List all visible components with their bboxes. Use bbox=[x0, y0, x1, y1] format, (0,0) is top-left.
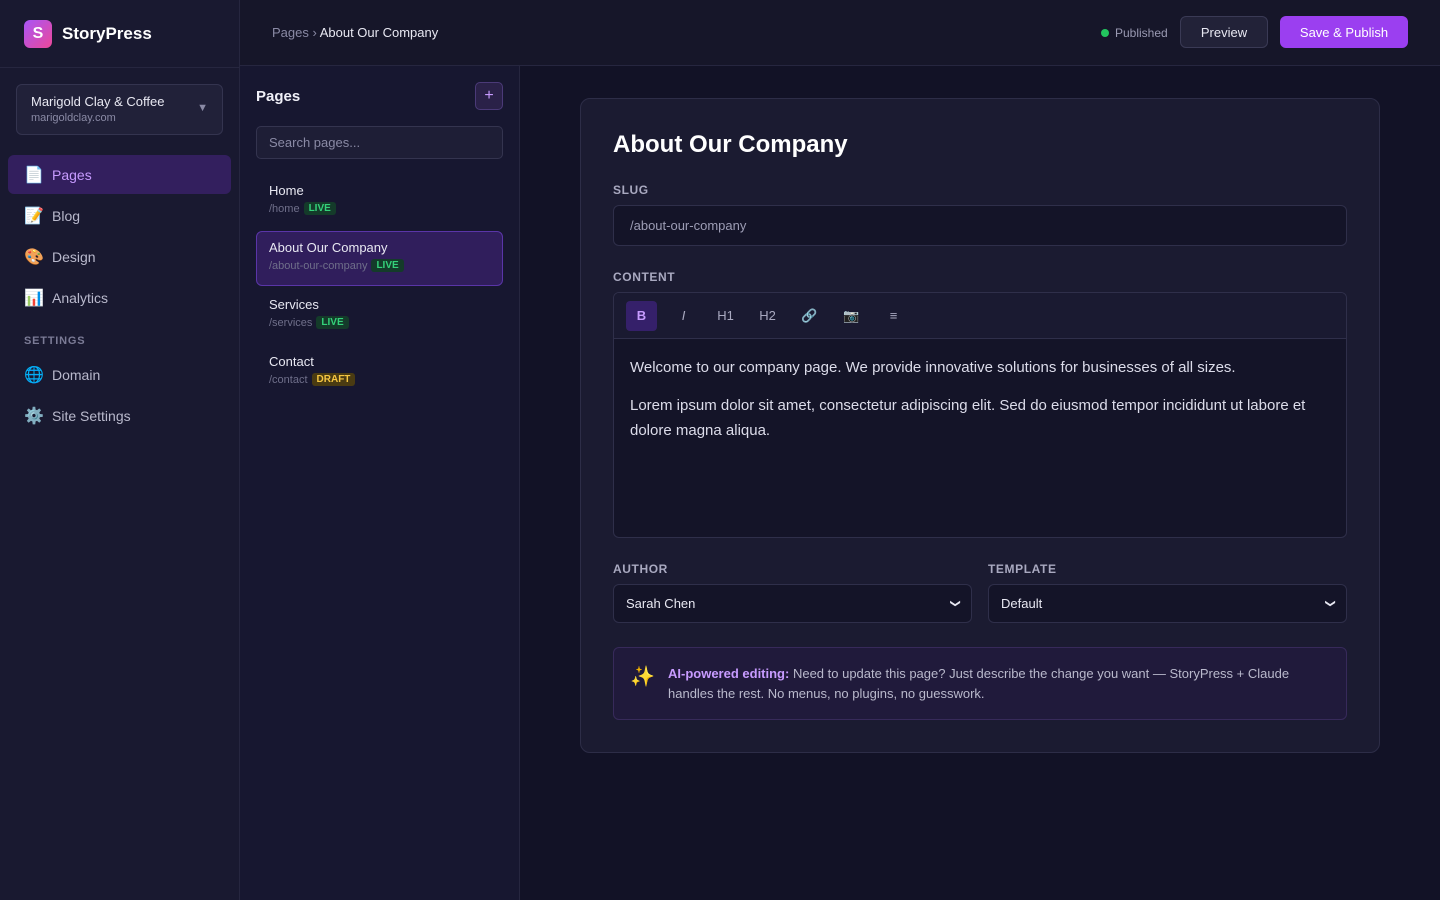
page-icon: 📄 bbox=[24, 166, 44, 184]
sidebar-item-domain[interactable]: 🌐 Domain bbox=[8, 355, 231, 394]
page-slug: /home bbox=[269, 202, 300, 215]
site-name: Marigold Clay & Coffee bbox=[31, 94, 165, 109]
page-list-item-selected[interactable]: About Our Company /about-our-company LIV… bbox=[256, 231, 503, 286]
sidebar-item-label: Domain bbox=[52, 366, 101, 383]
globe-icon: 🌐 bbox=[24, 366, 44, 384]
sidebar-item-blog[interactable]: 📝 Blog bbox=[8, 196, 231, 235]
top-bar: Pages › About Our Company Published Prev… bbox=[240, 0, 1440, 66]
ai-callout-text: AI-powered editing: Need to update this … bbox=[668, 664, 1308, 719]
chevron-down-icon: ❯ bbox=[949, 599, 961, 608]
slug-label: SLUG bbox=[613, 183, 649, 197]
sidebar-item-site-settings[interactable]: ⚙️ Site Settings bbox=[8, 396, 231, 435]
sidebar-item-label: Design bbox=[52, 248, 96, 265]
heading1-button[interactable]: H1 bbox=[710, 301, 741, 331]
page-slug: /services bbox=[269, 316, 313, 329]
heading2-button[interactable]: H2 bbox=[752, 301, 783, 331]
search-pages-input[interactable] bbox=[256, 126, 503, 159]
rich-text-editor: B I H1 H2 🔗 📷 ≡ Welcome to our company p… bbox=[613, 292, 1347, 538]
page-list-item[interactable]: Services /services LIVE bbox=[256, 288, 503, 343]
slug-input[interactable] bbox=[613, 205, 1347, 246]
page-meta: /about-our-company LIVE bbox=[269, 259, 490, 272]
settings-section-label: SETTINGS bbox=[24, 335, 86, 347]
sidebar-item-label: Blog bbox=[52, 207, 81, 224]
status-dot-icon bbox=[1101, 29, 1109, 37]
editor-toolbar: B I H1 H2 🔗 📷 ≡ bbox=[614, 293, 1346, 339]
status-badge: DRAFT bbox=[311, 373, 356, 386]
content-label: CONTENT bbox=[613, 270, 676, 284]
content-paragraph: Welcome to our company page. We provide … bbox=[630, 359, 1236, 376]
add-page-button[interactable]: + bbox=[475, 82, 503, 110]
page-list: Home /home LIVE About Our Company /about… bbox=[256, 174, 503, 402]
palette-icon: 🎨 bbox=[24, 248, 44, 266]
save-publish-button[interactable]: Save & Publish bbox=[1280, 16, 1408, 48]
sidebar-item-analytics[interactable]: 📊 Analytics bbox=[8, 278, 231, 317]
page-slug: /about-our-company bbox=[269, 259, 368, 272]
page-meta: /services LIVE bbox=[269, 316, 490, 329]
sidebar-item-design[interactable]: 🎨 Design bbox=[8, 237, 231, 276]
sidebar: S StoryPress Marigold Clay & Coffee mari… bbox=[0, 0, 240, 900]
publish-status: Published bbox=[1101, 26, 1168, 40]
template-label: TEMPLATE bbox=[988, 562, 1057, 576]
site-selector[interactable]: Marigold Clay & Coffee marigoldclay.com … bbox=[16, 84, 223, 135]
list-icon[interactable]: ≡ bbox=[878, 301, 909, 331]
chart-icon: 📊 bbox=[24, 289, 44, 307]
editor-area: About Our Company SLUG CONTENT B I H1 H2… bbox=[520, 66, 1440, 900]
sidebar-item-label: Pages bbox=[52, 166, 92, 183]
brand-logo[interactable]: S bbox=[24, 19, 52, 48]
page-list-item[interactable]: Home /home LIVE bbox=[256, 174, 503, 229]
breadcrumb-separator: › bbox=[308, 25, 320, 40]
ai-callout-heading: AI-powered editing: bbox=[668, 666, 790, 681]
page-title: Services bbox=[269, 297, 319, 312]
brand: S StoryPress bbox=[0, 0, 239, 68]
author-label: AUTHOR bbox=[613, 562, 668, 576]
brand-name[interactable]: StoryPress bbox=[62, 24, 152, 44]
content-textarea[interactable]: Welcome to our company page. We provide … bbox=[614, 339, 1346, 472]
page-slug: /contact bbox=[269, 373, 308, 386]
status-badge: LIVE bbox=[371, 259, 404, 272]
page-title: About Our Company bbox=[269, 240, 388, 255]
page-heading: About Our Company bbox=[613, 131, 848, 158]
status-text: Published bbox=[1115, 26, 1168, 40]
sidebar-item-label: Analytics bbox=[52, 289, 109, 306]
memo-icon: 📝 bbox=[24, 207, 44, 225]
template-value: Default bbox=[1001, 596, 1043, 611]
template-select[interactable]: Default ❯ bbox=[988, 584, 1347, 623]
author-value: Sarah Chen bbox=[626, 596, 696, 611]
breadcrumb: Pages › About Our Company bbox=[272, 25, 438, 40]
camera-icon[interactable]: 📷 bbox=[836, 301, 867, 331]
chevron-down-icon: ▼ bbox=[197, 102, 208, 114]
page-list-item[interactable]: Contact /contact DRAFT bbox=[256, 345, 503, 400]
sidebar-item-pages[interactable]: 📄 Pages bbox=[8, 155, 231, 194]
italic-button[interactable]: I bbox=[668, 301, 699, 331]
link-icon[interactable]: 🔗 bbox=[794, 301, 825, 331]
breadcrumb-current: About Our Company bbox=[319, 25, 439, 40]
page-title: Contact bbox=[269, 354, 314, 369]
pages-panel: Pages + Home /home LIVE About Our Compan… bbox=[240, 66, 520, 900]
chevron-down-icon: ❯ bbox=[1324, 599, 1336, 608]
pages-panel-title: Pages bbox=[256, 88, 301, 105]
content-paragraph: Lorem ipsum dolor sit amet, consectetur … bbox=[630, 397, 1306, 439]
editor-card: About Our Company SLUG CONTENT B I H1 H2… bbox=[580, 98, 1380, 753]
page-meta: /home LIVE bbox=[269, 202, 490, 215]
status-badge: LIVE bbox=[316, 316, 349, 329]
author-select[interactable]: Sarah Chen ❯ bbox=[613, 584, 972, 623]
ai-editing-callout: ✨ AI-powered editing: Need to update thi… bbox=[613, 647, 1347, 720]
page-meta: /contact DRAFT bbox=[269, 373, 490, 386]
site-domain: marigoldclay.com bbox=[31, 112, 116, 124]
breadcrumb-pages-link[interactable]: Pages bbox=[272, 25, 309, 40]
sparkles-icon: ✨ bbox=[630, 666, 655, 688]
status-badge: LIVE bbox=[303, 202, 336, 215]
sidebar-nav: 📄 Pages 📝 Blog 🎨 Design 📊 Analytics SETT… bbox=[0, 155, 239, 435]
bold-button[interactable]: B bbox=[626, 300, 657, 331]
preview-button[interactable]: Preview bbox=[1180, 16, 1268, 48]
page-title: Home bbox=[269, 183, 304, 198]
gear-icon: ⚙️ bbox=[24, 407, 44, 425]
sidebar-item-label: Site Settings bbox=[52, 407, 131, 424]
